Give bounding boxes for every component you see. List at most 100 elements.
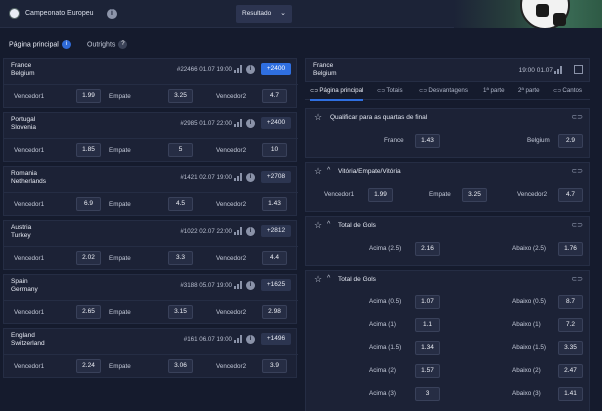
odds-button[interactable]: 6.9 xyxy=(76,197,101,211)
result-dropdown[interactable]: Resultado ⌄ xyxy=(236,5,292,23)
detail-tab[interactable]: ⊂⊃Página principal xyxy=(310,87,364,101)
market-line: Acima (2) 1.57 Abaixo (2) 2.47 xyxy=(306,361,591,381)
odds-button[interactable]: 3.35 xyxy=(558,341,583,355)
odds-button[interactable]: 2.9 xyxy=(558,134,583,148)
star-icon[interactable]: ☆ xyxy=(314,167,322,176)
odds-button[interactable]: 1.57 xyxy=(415,364,440,378)
market-title: Qualificar para as quartas de final xyxy=(330,114,428,121)
chevron-up-icon[interactable]: ^ xyxy=(327,275,330,282)
market-header[interactable]: ☆ ^ Vitória/Empate/Vitória ⊂⊃ xyxy=(306,163,591,181)
odds-button[interactable]: 3.15 xyxy=(168,305,193,319)
odds-button[interactable]: 5 xyxy=(168,143,193,157)
star-icon[interactable]: ☆ xyxy=(314,275,322,284)
chevron-up-icon[interactable]: ^ xyxy=(327,167,330,174)
odds-button[interactable]: 3.25 xyxy=(462,188,487,202)
odds-button[interactable]: 2.02 xyxy=(76,251,101,265)
odds-button[interactable]: 3.06 xyxy=(168,359,193,373)
link-icon[interactable]: ⊂⊃ xyxy=(571,275,583,283)
bar-chart-icon[interactable] xyxy=(234,335,243,343)
info-icon[interactable]: i xyxy=(246,335,255,344)
odds-button[interactable]: 1.43 xyxy=(262,197,287,211)
odds-button[interactable]: 1.99 xyxy=(368,188,393,202)
odds-button[interactable]: 2.16 xyxy=(415,242,440,256)
more-markets-button[interactable]: +2812 xyxy=(261,225,291,237)
soccer-ball-image xyxy=(520,0,570,28)
bar-chart-icon[interactable] xyxy=(234,65,243,73)
detail-tab[interactable]: ⊂⊃Desvantagens xyxy=(419,87,468,94)
odds-label: Vencedor2 xyxy=(216,147,247,154)
star-icon[interactable]: ☆ xyxy=(314,221,322,230)
info-icon[interactable]: i xyxy=(246,173,255,182)
odds-button[interactable]: 3 xyxy=(415,387,440,401)
odds-label: Abaixo (2) xyxy=(512,367,541,374)
odds-button[interactable]: 1.99 xyxy=(76,89,101,103)
match-card[interactable]: England Switzerland #161 06.07 19:00 i +1496… xyxy=(3,328,298,378)
info-icon[interactable]: i xyxy=(246,119,255,128)
odds-button[interactable]: 2.47 xyxy=(558,364,583,378)
match-card[interactable]: Spain Germany #3188 05.07 19:00 i +1625 Vence… xyxy=(3,274,298,324)
detail-tab[interactable]: 2ª parte xyxy=(517,87,540,94)
detail-tab[interactable]: ⊂⊃Totais xyxy=(377,87,403,94)
market-block: ☆ ^ Total de Gols ⊂⊃ Acima (2.5) 2.16 Abaixo (… xyxy=(305,216,590,266)
more-markets-button[interactable]: +1625 xyxy=(261,279,291,291)
market-header[interactable]: ☆ ^ Total de Gols ⊂⊃ xyxy=(306,217,591,235)
odds-row: Vencedor1 1.85 Empate 5 Vencedor2 10 xyxy=(4,138,298,160)
odds-button[interactable]: 1.43 xyxy=(415,134,440,148)
odds-button[interactable]: 10 xyxy=(262,143,287,157)
odds-button[interactable]: 2.65 xyxy=(76,305,101,319)
detail-tab[interactable]: ⊂⊃Cantos xyxy=(553,87,582,94)
star-icon[interactable]: ☆ xyxy=(314,113,322,122)
match-card[interactable]: France Belgium #22466 01.07 19:00 i +2400 Ven… xyxy=(3,58,298,108)
link-icon[interactable]: ⊂⊃ xyxy=(571,167,583,175)
bar-chart-icon[interactable] xyxy=(554,66,563,74)
odds-label: Empate xyxy=(109,201,131,208)
team2-name: Switzerland xyxy=(11,340,45,347)
odds-button[interactable]: 1.41 xyxy=(558,387,583,401)
bar-chart-icon[interactable] xyxy=(234,173,243,181)
market-header[interactable]: ☆ Qualificar para as quartas de final ⊂⊃ xyxy=(306,109,591,127)
info-icon[interactable]: i xyxy=(246,281,255,290)
match-card[interactable]: Austria Turkey #1022 02.07 22:00 i +2812 Venc… xyxy=(3,220,298,270)
info-icon[interactable]: i xyxy=(107,9,117,19)
odds-button[interactable]: 4.5 xyxy=(168,197,193,211)
match-card[interactable]: Portugal Slovenia #2985 01.07 22:00 i +2400 V… xyxy=(3,112,298,162)
info-icon[interactable]: i xyxy=(246,227,255,236)
match-time: 19:00 xyxy=(216,282,232,289)
odds-button[interactable]: 4.7 xyxy=(558,188,583,202)
link-icon[interactable]: ⊂⊃ xyxy=(571,221,583,229)
more-markets-button[interactable]: +2400 xyxy=(261,117,291,129)
link-icon: ⊂⊃ xyxy=(419,88,428,94)
more-markets-button[interactable]: +2708 xyxy=(261,171,291,183)
odds-button[interactable]: 1.85 xyxy=(76,143,101,157)
more-markets-button[interactable]: +2400 xyxy=(261,63,291,75)
odds-button[interactable]: 2.24 xyxy=(76,359,101,373)
detail-tab[interactable]: 1ª parte xyxy=(482,87,505,94)
market-header[interactable]: ☆ ^ Total de Gols ⊂⊃ xyxy=(306,271,591,289)
odds-button[interactable]: 1.34 xyxy=(415,341,440,355)
tab-main-page[interactable]: Página principal i xyxy=(9,40,71,49)
info-icon[interactable]: i xyxy=(246,65,255,74)
odds-button[interactable]: 7.2 xyxy=(558,318,583,332)
odds-label: Abaixo (1) xyxy=(512,321,541,328)
odds-button[interactable]: 4.7 xyxy=(262,89,287,103)
tab-outrights[interactable]: Outrights? xyxy=(87,40,128,49)
bar-chart-icon[interactable] xyxy=(234,227,243,235)
odds-button[interactable]: 3.25 xyxy=(168,89,193,103)
odds-button[interactable]: 1.07 xyxy=(415,295,440,309)
link-icon[interactable]: ⊂⊃ xyxy=(571,113,583,121)
odds-button[interactable]: 4.4 xyxy=(262,251,287,265)
odds-button[interactable]: 3.9 xyxy=(262,359,287,373)
odds-button[interactable]: 1.76 xyxy=(558,242,583,256)
odds-button[interactable]: 8.7 xyxy=(558,295,583,309)
bar-chart-icon[interactable] xyxy=(234,281,243,289)
odds-button[interactable]: 3.3 xyxy=(168,251,193,265)
expand-icon[interactable] xyxy=(574,65,583,74)
match-card[interactable]: Romania Netherlands #1421 02.07 19:00 i +270… xyxy=(3,166,298,216)
banner-image xyxy=(454,0,602,28)
chevron-up-icon[interactable]: ^ xyxy=(327,221,330,228)
bar-chart-icon[interactable] xyxy=(234,119,243,127)
match-date: 06.07 xyxy=(199,336,215,343)
more-markets-button[interactable]: +1496 xyxy=(261,333,291,345)
odds-button[interactable]: 2.98 xyxy=(262,305,287,319)
odds-button[interactable]: 1.1 xyxy=(415,318,440,332)
